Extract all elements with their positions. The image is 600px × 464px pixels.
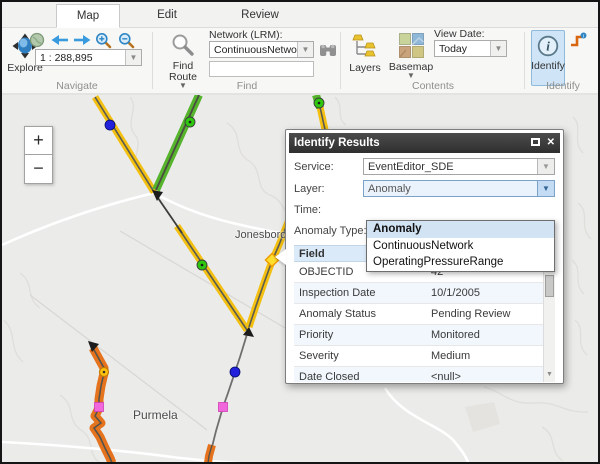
back-extent-arrow-icon[interactable] xyxy=(51,34,69,49)
view-date-combobox[interactable]: Today ▼ xyxy=(434,40,507,57)
route-orange[interactable] xyxy=(88,341,112,462)
table-row[interactable]: Inspection Date 10/1/2005 xyxy=(294,283,555,304)
map-zoom-in-button[interactable]: + xyxy=(24,126,53,155)
pink-square-marker[interactable] xyxy=(95,403,104,412)
identify-button[interactable]: i Identify xyxy=(531,30,565,86)
table-row[interactable]: Severity Medium xyxy=(294,346,555,367)
layer-dropdown-list: Anomaly ContinuousNetwork OperatingPress… xyxy=(366,220,555,272)
map-scale-dropdown-arrow[interactable]: ▼ xyxy=(125,50,141,65)
ribbon-tab-bar: Map Edit Review xyxy=(2,2,598,28)
layer-option-anomaly[interactable]: Anomaly xyxy=(367,221,554,238)
svg-text:i: i xyxy=(546,39,550,54)
service-value: EventEditor_SDE xyxy=(364,161,537,173)
network-lrm-combobox[interactable]: ContinuousNetwork ▼ xyxy=(209,41,314,58)
orange-circle-marker[interactable] xyxy=(100,368,109,377)
layers-icon xyxy=(352,33,378,62)
tab-review[interactable]: Review xyxy=(228,4,292,28)
map-canvas[interactable]: Jonesboro Purmela + − Identify Results ✕… xyxy=(2,95,598,462)
dialog-title-bar[interactable]: Identify Results ✕ xyxy=(289,133,560,153)
network-lrm-label: Network (LRM): xyxy=(209,29,283,41)
route-gray-south[interactable] xyxy=(208,331,248,462)
navigate-group-label: Navigate xyxy=(2,80,152,92)
close-icon[interactable]: ✕ xyxy=(547,138,555,148)
find-group-label: Find xyxy=(154,80,340,92)
group-divider xyxy=(152,32,153,89)
green-dot-marker[interactable] xyxy=(185,117,195,127)
map-zoom-control: + − xyxy=(24,126,53,184)
layer-value: Anomaly xyxy=(364,183,537,195)
dialog-title: Identify Results xyxy=(294,137,380,149)
identify-label: Identify xyxy=(531,60,565,72)
identify-route-location-icon[interactable]: i xyxy=(569,32,587,52)
view-date-label: View Date: xyxy=(434,28,485,40)
group-divider xyxy=(340,32,341,89)
find-route-input[interactable] xyxy=(209,61,314,77)
find-route-magnifier-icon xyxy=(171,33,195,60)
field-cell: Date Closed xyxy=(294,371,426,382)
field-cell: Priority xyxy=(294,329,426,341)
service-combobox[interactable]: EventEditor_SDE ▼ xyxy=(363,158,555,175)
ribbon: Explore 1 : 288,895 ▼ Navigate Find Rou xyxy=(2,28,598,95)
table-row[interactable]: Anomaly Status Pending Review xyxy=(294,304,555,325)
layers-label: Layers xyxy=(349,63,381,74)
basemap-dropdown-caret: ▼ xyxy=(407,73,415,79)
identify-icon: i xyxy=(537,35,559,60)
value-cell: Monitored xyxy=(426,329,555,341)
value-cell: Medium xyxy=(426,350,555,362)
identify-group-label: Identify xyxy=(526,80,600,92)
pink-square-marker[interactable] xyxy=(219,403,228,412)
network-lrm-dropdown-arrow[interactable]: ▼ xyxy=(297,42,313,57)
urban-patch xyxy=(465,402,500,432)
table-scrollbar[interactable]: ▲ ▼ xyxy=(543,262,555,382)
table-row[interactable]: Priority Monitored xyxy=(294,325,555,346)
anomaly-type-label: Anomaly Type: xyxy=(294,225,374,237)
layer-combobox[interactable]: Anomaly ▼ xyxy=(363,180,555,197)
value-cell: <null> xyxy=(426,371,555,382)
dialog-callout-pointer xyxy=(275,249,286,265)
junction-arrow xyxy=(152,190,182,233)
forward-extent-arrow-icon[interactable] xyxy=(73,34,91,49)
identify-results-dialog: Identify Results ✕ Service: EventEditor_… xyxy=(285,129,564,384)
green-dot-marker[interactable] xyxy=(314,98,324,108)
table-row[interactable]: Date Closed <null> xyxy=(294,367,555,382)
scrollbar-thumb[interactable] xyxy=(545,275,554,297)
tab-map[interactable]: Map xyxy=(56,4,120,28)
group-divider xyxy=(524,32,525,89)
view-date-dropdown-arrow[interactable]: ▼ xyxy=(490,41,506,56)
layer-option-operatingpressurerange[interactable]: OperatingPressureRange xyxy=(367,254,554,271)
service-label: Service: xyxy=(294,161,363,173)
contents-group-label: Contents xyxy=(342,80,524,92)
field-cell: Severity xyxy=(294,350,426,362)
field-cell: Anomaly Status xyxy=(294,308,426,320)
layer-label: Layer: xyxy=(294,183,363,195)
map-zoom-out-button[interactable]: − xyxy=(24,155,53,184)
route-yellow-main[interactable] xyxy=(95,97,247,330)
value-cell: Pending Review xyxy=(426,308,555,320)
event-editor-window: Map Edit Review Explore xyxy=(0,0,600,464)
basemap-icon xyxy=(399,33,424,61)
tab-edit[interactable]: Edit xyxy=(135,4,199,28)
green-dot-marker[interactable] xyxy=(197,260,207,270)
blue-dot-marker[interactable] xyxy=(230,367,240,377)
layer-dropdown-arrow[interactable]: ▼ xyxy=(537,181,554,196)
dialog-body: Service: EventEditor_SDE ▼ Layer: Anomal… xyxy=(289,153,560,382)
view-date-value: Today xyxy=(435,43,490,55)
maximize-icon[interactable] xyxy=(531,138,540,146)
service-dropdown-arrow[interactable]: ▼ xyxy=(537,159,554,174)
map-scale-combobox[interactable]: 1 : 288,895 ▼ xyxy=(35,49,142,66)
blue-dot-marker[interactable] xyxy=(105,120,115,130)
value-cell: 10/1/2005 xyxy=(426,287,555,299)
scroll-down-icon[interactable]: ▼ xyxy=(544,370,555,380)
railroad-lines xyxy=(30,231,292,430)
map-scale-value: 1 : 288,895 xyxy=(36,52,125,64)
field-cell: Inspection Date xyxy=(294,287,426,299)
layer-option-continuousnetwork[interactable]: ContinuousNetwork xyxy=(367,238,554,255)
time-label: Time: xyxy=(294,204,363,216)
binoculars-icon[interactable] xyxy=(319,43,337,60)
layers-button[interactable]: Layers xyxy=(346,30,384,85)
network-lrm-value: ContinuousNetwork xyxy=(210,44,297,56)
